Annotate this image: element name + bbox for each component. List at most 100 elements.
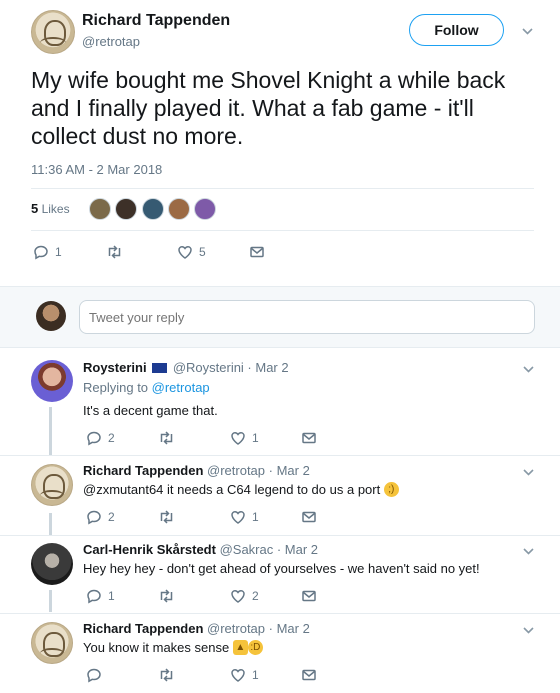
reply-icon [87, 589, 101, 604]
retweet-action[interactable] [158, 588, 175, 604]
reply-avatar[interactable] [31, 464, 73, 506]
thread-line [49, 513, 52, 535]
retweet-icon [160, 589, 173, 603]
message-icon [250, 246, 264, 258]
likes-count[interactable]: 5 Likes [31, 201, 70, 216]
tweet-timestamp[interactable]: 11:36 AM - 2 Mar 2018 [31, 162, 162, 177]
like-action[interactable]: 5 [177, 244, 206, 260]
divider [0, 535, 560, 536]
reply-action[interactable]: 1 [86, 588, 115, 604]
likes-number: 5 [31, 201, 39, 216]
thread-line [49, 590, 52, 612]
retweet-icon [160, 510, 173, 524]
like-count: 2 [252, 589, 259, 603]
retweet-icon [108, 245, 121, 259]
follow-button[interactable]: Follow [409, 14, 504, 46]
retweet-icon [160, 668, 173, 682]
message-action[interactable] [301, 509, 317, 525]
chevron-down-icon[interactable] [521, 623, 535, 637]
reply-icon [87, 510, 101, 525]
retweet-icon [160, 431, 173, 445]
reply-author-name: Richard Tappenden [83, 621, 204, 636]
liker-avatar[interactable] [89, 198, 111, 220]
message-action[interactable] [301, 588, 317, 604]
reply-icon [34, 245, 48, 260]
reply-meta: @Roysterini · Mar 2 [172, 360, 289, 375]
reply-count: 1 [55, 245, 62, 259]
like-icon [231, 590, 245, 603]
like-action[interactable]: 1 [230, 667, 259, 683]
author-name[interactable]: Richard Tappenden [82, 12, 230, 30]
reply-avatar[interactable] [31, 622, 73, 664]
reply-avatar[interactable] [31, 543, 73, 585]
retweet-action[interactable] [158, 430, 175, 446]
reply-text: You know it makes sense ▲:D [83, 640, 263, 656]
current-user-avatar [36, 301, 66, 331]
reply-author[interactable]: Roysterini @Roysterini · Mar 2 [83, 360, 289, 375]
author-handle[interactable]: @retrotap [82, 34, 140, 49]
wink-emoji-icon: ;) [383, 482, 399, 498]
reply-author-name: Carl-Henrik Skårstedt [83, 542, 216, 557]
reply-action[interactable] [86, 667, 108, 683]
chevron-down-icon[interactable] [521, 544, 535, 558]
likes-label: Likes [41, 202, 70, 216]
liker-avatar[interactable] [194, 198, 216, 220]
reply-author[interactable]: Carl-Henrik Skårstedt @Sakrac · Mar 2 [83, 542, 318, 557]
like-count: 1 [252, 431, 259, 445]
reply-text: It's a decent game that. [83, 403, 218, 418]
like-count: 5 [199, 245, 206, 259]
like-action[interactable]: 1 [230, 509, 259, 525]
divider [0, 455, 560, 456]
chevron-down-icon[interactable] [521, 362, 535, 376]
reply-action[interactable]: 1 [33, 244, 62, 260]
message-action[interactable] [301, 430, 317, 446]
replying-to: Replying to @retrotap [83, 380, 210, 395]
reply-meta: @retrotap · Mar 2 [207, 463, 310, 478]
message-icon [302, 511, 316, 523]
chevron-down-icon[interactable] [521, 465, 535, 479]
reply-text-content: You know it makes sense [83, 640, 230, 655]
replying-prefix: Replying to [83, 380, 152, 395]
reply-meta: @retrotap · Mar 2 [207, 621, 310, 636]
reply-author[interactable]: Richard Tappenden @retrotap · Mar 2 [83, 463, 310, 478]
reply-icon [87, 431, 101, 446]
author-avatar[interactable] [31, 10, 75, 54]
eu-flag-icon [152, 362, 168, 373]
thread-line [49, 407, 52, 455]
message-action[interactable] [301, 667, 317, 683]
thumbs-up-emoji-icon: ▲ [232, 640, 248, 656]
reply-author-name: Roysterini [83, 360, 147, 375]
divider [31, 188, 534, 189]
reply-text-content: @zxmutant64 it needs a C64 legend to do … [83, 482, 381, 497]
message-icon [302, 432, 316, 444]
message-action[interactable] [249, 244, 265, 260]
reply-meta: @Sakrac · Mar 2 [219, 542, 319, 557]
reply-count: 2 [108, 510, 115, 524]
reply-action[interactable]: 2 [86, 430, 115, 446]
retweet-action[interactable] [158, 667, 175, 683]
reply-avatar[interactable] [31, 360, 73, 402]
like-count: 1 [252, 510, 259, 524]
replying-to-handle[interactable]: @retrotap [152, 380, 210, 395]
retweet-action[interactable] [106, 244, 123, 260]
like-action[interactable]: 2 [230, 588, 259, 604]
message-icon [302, 669, 316, 681]
chevron-down-icon[interactable] [520, 24, 534, 38]
reply-text: Hey hey hey - don't get ahead of yoursel… [83, 561, 480, 576]
reply-action[interactable]: 2 [86, 509, 115, 525]
reply-author[interactable]: Richard Tappenden @retrotap · Mar 2 [83, 621, 310, 636]
reply-count: 1 [108, 589, 115, 603]
liker-avatar[interactable] [142, 198, 164, 220]
reply-text: @zxmutant64 it needs a C64 legend to do … [83, 482, 399, 498]
like-count: 1 [252, 668, 259, 682]
liker-avatar[interactable] [115, 198, 137, 220]
reply-input[interactable] [79, 300, 535, 334]
reply-author-name: Richard Tappenden [83, 463, 204, 478]
reply-icon [87, 668, 101, 683]
like-icon [231, 511, 245, 524]
like-action[interactable]: 1 [230, 430, 259, 446]
retweet-action[interactable] [158, 509, 175, 525]
liker-avatar[interactable] [168, 198, 190, 220]
reply-count: 2 [108, 431, 115, 445]
message-icon [302, 590, 316, 602]
